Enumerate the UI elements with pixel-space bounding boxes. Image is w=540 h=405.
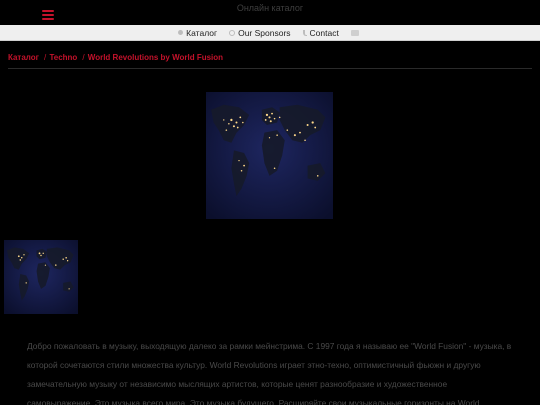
world-night-lights-map — [206, 92, 333, 219]
catalog-dot-icon — [178, 30, 184, 35]
breadcrumb-techno-link[interactable]: Techno — [49, 53, 77, 62]
nav-bar: Каталог Our Sponsors Contact — [0, 25, 540, 41]
nav-item-catalog-label: Каталог — [186, 27, 218, 38]
nav-item-catalog[interactable]: Каталог — [178, 28, 217, 38]
nav-item-contact[interactable]: Contact — [302, 27, 339, 38]
product-thumbnail[interactable] — [4, 240, 78, 314]
nav-item-contact-label: Contact — [309, 27, 339, 38]
nav-item-sponsors[interactable]: Our Sponsors — [229, 27, 291, 38]
world-night-lights-map-thumbnail — [4, 240, 78, 314]
site-title: Онлайн каталог — [236, 3, 304, 13]
sponsors-circle-icon — [229, 29, 236, 36]
product-description: Добро пожаловать в музыку, выходящую дал… — [27, 341, 512, 405]
product-main-image[interactable] — [206, 92, 333, 219]
phone-icon — [302, 29, 307, 36]
breadcrumb-separator: / — [82, 53, 85, 62]
mail-icon — [350, 29, 359, 36]
breadcrumb-catalog-link[interactable]: Каталог — [8, 53, 39, 62]
breadcrumb-divider — [8, 68, 532, 69]
breadcrumb-product-link[interactable]: World Revolutions by World Fusion — [88, 53, 223, 62]
breadcrumb-separator: / — [44, 53, 47, 62]
breadcrumb: Каталог / Techno / World Revolutions by Wo… — [8, 53, 223, 62]
top-bar: Онлайн каталог — [0, 0, 540, 25]
nav-item-mail[interactable] — [350, 29, 362, 36]
page: Онлайн каталог Каталог Our Sponsors Cont… — [0, 0, 540, 405]
nav-item-sponsors-label: Our Sponsors — [238, 27, 291, 38]
